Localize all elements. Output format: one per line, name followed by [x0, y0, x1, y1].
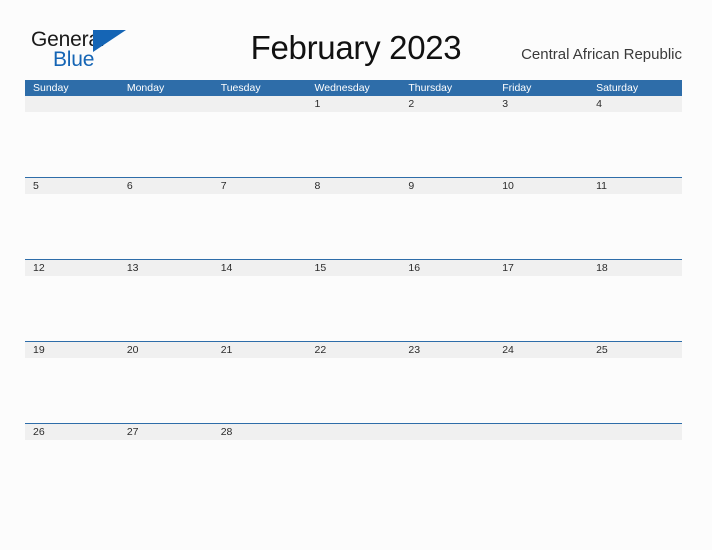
weekday-header-saturday: Saturday	[596, 82, 639, 94]
day-cell-date[interactable]: 27	[119, 424, 213, 440]
page-header: General Blue February 2023 Central Afric…	[0, 0, 712, 80]
day-cell-date[interactable]: 13	[119, 260, 213, 276]
day-note-cell[interactable]	[119, 276, 213, 341]
day-note-cell[interactable]	[307, 194, 401, 259]
week-row: 1 2 3 4	[25, 96, 682, 177]
day-note-cell[interactable]	[494, 440, 588, 505]
week-note-area	[25, 276, 682, 341]
day-note-cell[interactable]	[400, 194, 494, 259]
day-cell-date[interactable]: 20	[119, 342, 213, 358]
day-note-cell[interactable]	[400, 112, 494, 177]
day-note-cell[interactable]	[494, 358, 588, 423]
day-cell-date[interactable]: 23	[400, 342, 494, 358]
week-date-band: 12 13 14 15 16 17 18	[25, 259, 682, 276]
day-note-cell[interactable]	[25, 440, 119, 505]
day-cell-date[interactable]: 24	[494, 342, 588, 358]
day-cell-date[interactable]: 1	[307, 96, 401, 112]
weekday-header-thursday: Thursday	[408, 82, 453, 94]
day-note-cell[interactable]	[400, 440, 494, 505]
day-note-cell[interactable]	[588, 112, 682, 177]
day-cell-date[interactable]	[307, 424, 401, 440]
day-note-cell[interactable]	[307, 112, 401, 177]
weekday-header-row: Sunday Monday Tuesday Wednesday Thursday…	[25, 80, 682, 96]
day-note-cell[interactable]	[119, 112, 213, 177]
day-note-cell[interactable]	[213, 276, 307, 341]
calendar-grid: Sunday Monday Tuesday Wednesday Thursday…	[25, 80, 682, 505]
week-row: 5 6 7 8 9 10 11	[25, 177, 682, 259]
weekday-header-tuesday: Tuesday	[220, 82, 261, 94]
day-cell-date[interactable]	[25, 96, 119, 112]
day-note-cell[interactable]	[307, 440, 401, 505]
day-note-cell[interactable]	[213, 194, 307, 259]
day-cell-date[interactable]: 7	[213, 178, 307, 194]
week-date-band: 5 6 7 8 9 10 11	[25, 177, 682, 194]
day-cell-date[interactable]: 21	[213, 342, 307, 358]
day-cell-date[interactable]: 3	[494, 96, 588, 112]
day-note-cell[interactable]	[307, 358, 401, 423]
day-cell-date[interactable]	[400, 424, 494, 440]
day-cell-date[interactable]: 2	[400, 96, 494, 112]
day-note-cell[interactable]	[119, 440, 213, 505]
day-note-cell[interactable]	[25, 358, 119, 423]
week-row: 19 20 21 22 23 24 25	[25, 341, 682, 423]
day-note-cell[interactable]	[588, 358, 682, 423]
day-note-cell[interactable]	[25, 276, 119, 341]
day-cell-date[interactable]: 25	[588, 342, 682, 358]
week-date-band: 1 2 3 4	[25, 96, 682, 112]
weekday-header-wednesday: Wednesday	[314, 82, 370, 94]
day-note-cell[interactable]	[213, 112, 307, 177]
day-note-cell[interactable]	[119, 194, 213, 259]
week-row: 12 13 14 15 16 17 18	[25, 259, 682, 341]
day-cell-date[interactable]	[213, 96, 307, 112]
week-date-band: 19 20 21 22 23 24 25	[25, 341, 682, 358]
day-cell-date[interactable]: 9	[400, 178, 494, 194]
day-cell-date[interactable]: 4	[588, 96, 682, 112]
day-cell-date[interactable]: 10	[494, 178, 588, 194]
day-note-cell[interactable]	[213, 440, 307, 505]
day-cell-date[interactable]	[588, 424, 682, 440]
weekday-header-monday: Monday	[126, 82, 165, 94]
day-cell-date[interactable]: 17	[494, 260, 588, 276]
day-note-cell[interactable]	[25, 112, 119, 177]
day-cell-date[interactable]: 8	[307, 178, 401, 194]
day-note-cell[interactable]	[588, 194, 682, 259]
day-note-cell[interactable]	[400, 276, 494, 341]
day-note-cell[interactable]	[588, 276, 682, 341]
week-note-area	[25, 358, 682, 423]
day-cell-date[interactable]: 6	[119, 178, 213, 194]
weekday-header-sunday: Sunday	[33, 82, 69, 94]
day-note-cell[interactable]	[25, 194, 119, 259]
day-cell-date[interactable]: 12	[25, 260, 119, 276]
day-cell-date[interactable]: 28	[213, 424, 307, 440]
week-note-area	[25, 440, 682, 505]
week-row: 26 27 28	[25, 423, 682, 505]
region-label: Central African Republic	[521, 46, 682, 63]
day-cell-date[interactable]	[119, 96, 213, 112]
day-cell-date[interactable]: 26	[25, 424, 119, 440]
day-note-cell[interactable]	[119, 358, 213, 423]
day-cell-date[interactable]: 18	[588, 260, 682, 276]
day-note-cell[interactable]	[588, 440, 682, 505]
day-cell-date[interactable]: 16	[400, 260, 494, 276]
day-cell-date[interactable]: 11	[588, 178, 682, 194]
weekday-header-friday: Friday	[502, 82, 532, 94]
week-note-area	[25, 194, 682, 259]
day-note-cell[interactable]	[213, 358, 307, 423]
day-cell-date[interactable]: 19	[25, 342, 119, 358]
day-note-cell[interactable]	[494, 194, 588, 259]
day-cell-date[interactable]: 14	[213, 260, 307, 276]
day-cell-date[interactable]: 5	[25, 178, 119, 194]
week-date-band: 26 27 28	[25, 423, 682, 440]
day-note-cell[interactable]	[307, 276, 401, 341]
day-note-cell[interactable]	[400, 358, 494, 423]
day-note-cell[interactable]	[494, 112, 588, 177]
week-note-area	[25, 112, 682, 177]
day-cell-date[interactable]	[494, 424, 588, 440]
day-note-cell[interactable]	[494, 276, 588, 341]
day-cell-date[interactable]: 15	[307, 260, 401, 276]
day-cell-date[interactable]: 22	[307, 342, 401, 358]
